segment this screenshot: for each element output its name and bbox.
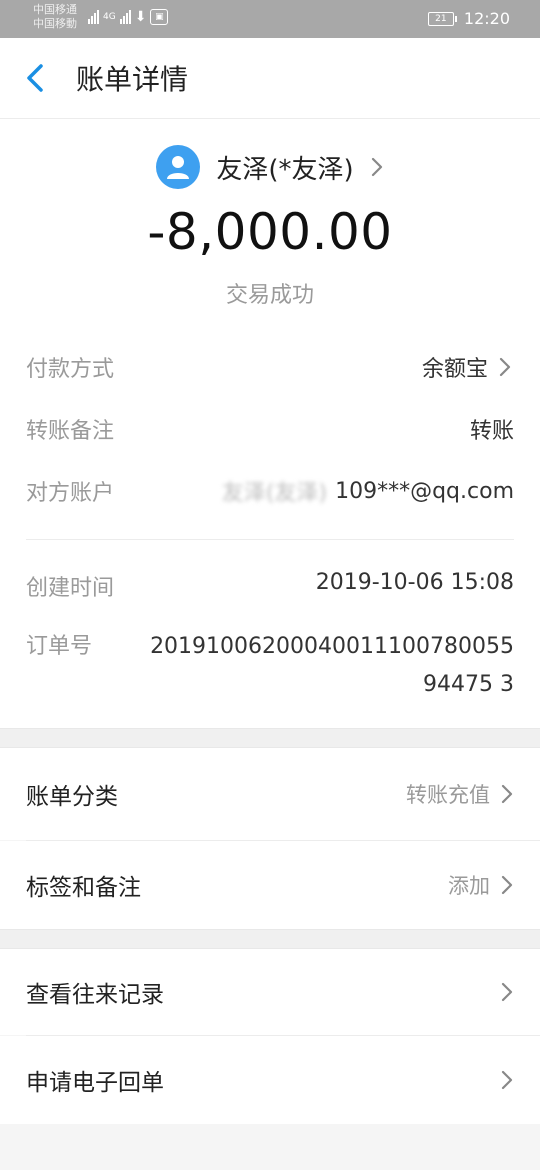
payment-method-value: 余额宝 (421, 357, 488, 382)
created-time-value: 2019-10-06 15:08 (315, 570, 514, 595)
bill-category-value-wrap: 转账充值 (406, 779, 514, 809)
transfer-note-value: 转账 (469, 419, 514, 444)
payment-method-value-wrap: 余额宝 (422, 351, 514, 383)
signal-icon (88, 10, 99, 24)
bill-category-label: 账单分类 (26, 784, 118, 810)
avatar (156, 145, 201, 189)
transfer-note-row: 转账备注 转账 (26, 393, 514, 455)
order-number-row: 订单号 2019100620004001110078005594475 3 (26, 616, 514, 728)
bill-category-row[interactable]: 账单分类 转账充值 (0, 748, 540, 840)
transfer-note-label: 转账备注 (26, 419, 115, 444)
page-header: 账单详情 (0, 38, 540, 119)
chevron-right-icon (371, 157, 382, 177)
payee-link[interactable]: 友泽(*友泽) (156, 145, 383, 189)
chevron-right-icon (501, 875, 513, 895)
back-arrow-icon (27, 64, 43, 92)
payment-method-label: 付款方式 (26, 357, 115, 382)
section-gap (0, 929, 540, 949)
carrier-info: 中国移通 中国移動 (33, 3, 77, 31)
counterparty-row: 对方账户 友泽(友泽) 109***@qq.com (26, 455, 514, 539)
view-history-row[interactable]: 查看往来记录 (0, 949, 540, 1035)
signal-icon-2 (119, 10, 131, 24)
counterparty-label: 对方账户 (26, 481, 115, 506)
network-type: 4G (103, 12, 116, 22)
tags-notes-row[interactable]: 标签和备注 添加 (0, 841, 540, 929)
status-bar: 中国移通 中国移動 4G ⬇ ▣ 21 12:20 (0, 0, 540, 38)
created-time-label: 创建时间 (26, 576, 115, 601)
counterparty-name-blurred: 友泽(友泽) (221, 481, 328, 506)
tags-notes-value: 添加 (448, 874, 490, 898)
download-icon: ⬇ (134, 9, 147, 25)
counterparty-value: 友泽(友泽) 109***@qq.com (222, 475, 514, 507)
carrier-1: 中国移通 (33, 3, 77, 16)
view-history-label: 查看往来记录 (26, 982, 164, 1008)
counterparty-account: 109***@qq.com (335, 478, 514, 504)
status-icons: 4G ⬇ ▣ (88, 9, 169, 25)
user-icon (167, 156, 190, 179)
transaction-amount: -8,000.00 (147, 203, 393, 261)
status-right: 21 12:20 (427, 9, 510, 28)
battery-icon: 21 (427, 11, 457, 26)
back-button[interactable] (0, 38, 70, 118)
order-number-value: 2019100620004001110078005594475 3 (150, 634, 514, 697)
transaction-details: 付款方式 余额宝 转账备注 转账 对方账户 友泽(友泽) 109***@qq.c… (0, 329, 540, 728)
carrier-2: 中国移動 (33, 17, 77, 30)
chevron-right-icon (499, 357, 511, 377)
chevron-right-icon (501, 1070, 513, 1090)
payee-name: 友泽(*友泽) (216, 154, 354, 185)
status-time: 12:20 (463, 9, 510, 28)
chevron-right-icon (501, 784, 513, 804)
tags-notes-value-wrap: 添加 (448, 870, 514, 900)
bill-category-value: 转账充值 (406, 783, 490, 807)
payment-method-row[interactable]: 付款方式 余额宝 (26, 329, 514, 393)
transaction-summary: 友泽(*友泽) -8,000.00 交易成功 (0, 119, 540, 329)
e-receipt-label: 申请电子回单 (26, 1070, 164, 1096)
app-notification-icon: ▣ (150, 9, 169, 25)
transaction-status: 交易成功 (225, 283, 314, 308)
chevron-right-icon (501, 982, 513, 1002)
order-number-label: 订单号 (26, 634, 93, 659)
e-receipt-row[interactable]: 申请电子回单 (0, 1036, 540, 1124)
page-title: 账单详情 (76, 63, 189, 96)
created-time-row: 创建时间 2019-10-06 15:08 (26, 540, 514, 616)
section-gap (0, 728, 540, 748)
tags-notes-label: 标签和备注 (26, 875, 141, 901)
